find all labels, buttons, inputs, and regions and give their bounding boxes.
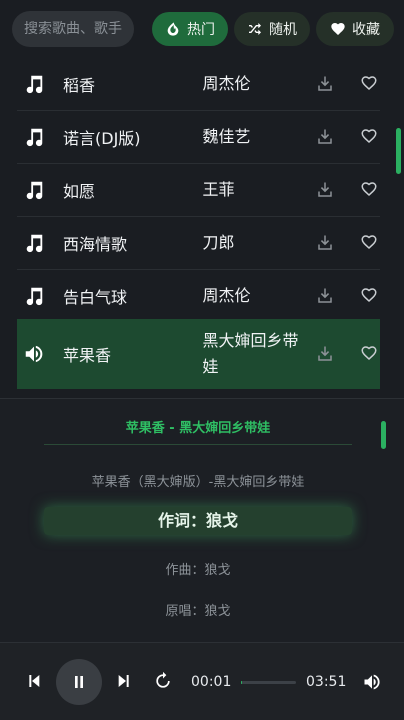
song-row[interactable]: 诺言(DJ版) 魏佳艺 xyxy=(17,111,380,164)
favorite-heart-icon[interactable] xyxy=(360,180,380,200)
lyric-line: 苹果香（黑大婶版）-黑大婶回乡带娃 xyxy=(91,475,305,490)
repeat-icon[interactable] xyxy=(153,671,173,695)
search-input[interactable] xyxy=(24,21,122,37)
flame-icon xyxy=(167,22,179,36)
song-title: 告白气球 xyxy=(63,288,128,307)
song-list-scrollbar[interactable] xyxy=(396,128,401,174)
song-row[interactable]: 西海情歌 刀郎 xyxy=(17,217,380,270)
player-bar: 00:01 03:51 xyxy=(0,642,404,720)
favorite-heart-icon[interactable] xyxy=(360,127,380,147)
song-title: 诺言(DJ版) xyxy=(63,129,141,148)
progress-bar[interactable] xyxy=(241,681,296,684)
lyrics-panel: 苹果香 - 黑大婶回乡带娃 苹果香（黑大婶版）-黑大婶回乡带娃 作词：狼戈 作曲… xyxy=(0,398,404,642)
favorite-heart-icon[interactable] xyxy=(360,74,380,94)
pause-icon xyxy=(75,676,83,688)
download-icon[interactable] xyxy=(316,287,334,305)
favorite-heart-icon[interactable] xyxy=(360,344,380,364)
download-icon[interactable] xyxy=(316,128,334,146)
speaker-playing-icon xyxy=(23,343,45,365)
heart-icon xyxy=(331,23,345,35)
favorites-filter-button[interactable]: 收藏 xyxy=(316,12,394,46)
song-artist: 魏佳艺 xyxy=(202,127,251,146)
download-icon[interactable] xyxy=(316,345,334,363)
lyrics-header: 苹果香 - 黑大婶回乡带娃 xyxy=(44,417,352,445)
lyric-line-current: 作词：狼戈 xyxy=(44,507,352,535)
elapsed-time: 00:01 xyxy=(191,674,232,690)
lyric-line: 原唱：狼戈 xyxy=(165,604,231,619)
music-note-icon xyxy=(23,232,45,254)
progress-fill xyxy=(241,681,243,684)
song-title: 苹果香 xyxy=(63,346,112,365)
song-artist: 周杰伦 xyxy=(202,286,251,305)
hot-filter-label: 热门 xyxy=(187,22,215,38)
random-filter-label: 随机 xyxy=(269,22,297,38)
song-title: 稻香 xyxy=(63,76,96,95)
lyric-line: 作曲：狼戈 xyxy=(165,563,231,578)
favorite-heart-icon[interactable] xyxy=(360,233,380,253)
next-icon[interactable] xyxy=(116,673,132,693)
song-artist: 周杰伦 xyxy=(202,74,251,93)
song-row[interactable]: 如愿 王菲 xyxy=(17,164,380,217)
song-title: 如愿 xyxy=(63,182,96,201)
song-row[interactable]: 告白气球 周杰伦 xyxy=(17,270,380,323)
song-row[interactable]: 稻香 周杰伦 xyxy=(17,58,380,111)
music-note-icon xyxy=(23,285,45,307)
music-note-icon xyxy=(23,126,45,148)
download-icon[interactable] xyxy=(316,181,334,199)
previous-icon[interactable] xyxy=(26,673,42,693)
volume-icon[interactable] xyxy=(362,672,382,696)
song-artist: 王菲 xyxy=(202,180,235,199)
song-title: 西海情歌 xyxy=(63,235,128,254)
random-filter-button[interactable]: 随机 xyxy=(234,12,310,46)
song-row-playing[interactable]: 苹果香 黑大婶回乡带娃 xyxy=(17,319,380,389)
favorites-filter-label: 收藏 xyxy=(352,22,380,38)
song-list: 稻香 周杰伦 诺言(DJ版) 魏佳艺 如愿 王菲 西海情歌 刀郎 告白气球 周杰… xyxy=(0,58,404,398)
hot-filter-button[interactable]: 热门 xyxy=(152,12,228,46)
download-icon[interactable] xyxy=(316,75,334,93)
download-icon[interactable] xyxy=(316,234,334,252)
search-box[interactable] xyxy=(12,11,134,47)
favorite-heart-icon[interactable] xyxy=(360,286,380,306)
top-bar: 热门 随机 收藏 xyxy=(0,0,404,58)
shuffle-icon xyxy=(249,23,261,35)
duration-time: 03:51 xyxy=(306,674,347,690)
lyrics-scrollbar[interactable] xyxy=(381,421,386,449)
song-artist: 刀郎 xyxy=(202,233,235,252)
music-note-icon xyxy=(23,179,45,201)
song-artist: 黑大婶回乡带娃 xyxy=(202,331,299,376)
pause-button[interactable] xyxy=(56,659,102,705)
music-note-icon xyxy=(23,73,45,95)
